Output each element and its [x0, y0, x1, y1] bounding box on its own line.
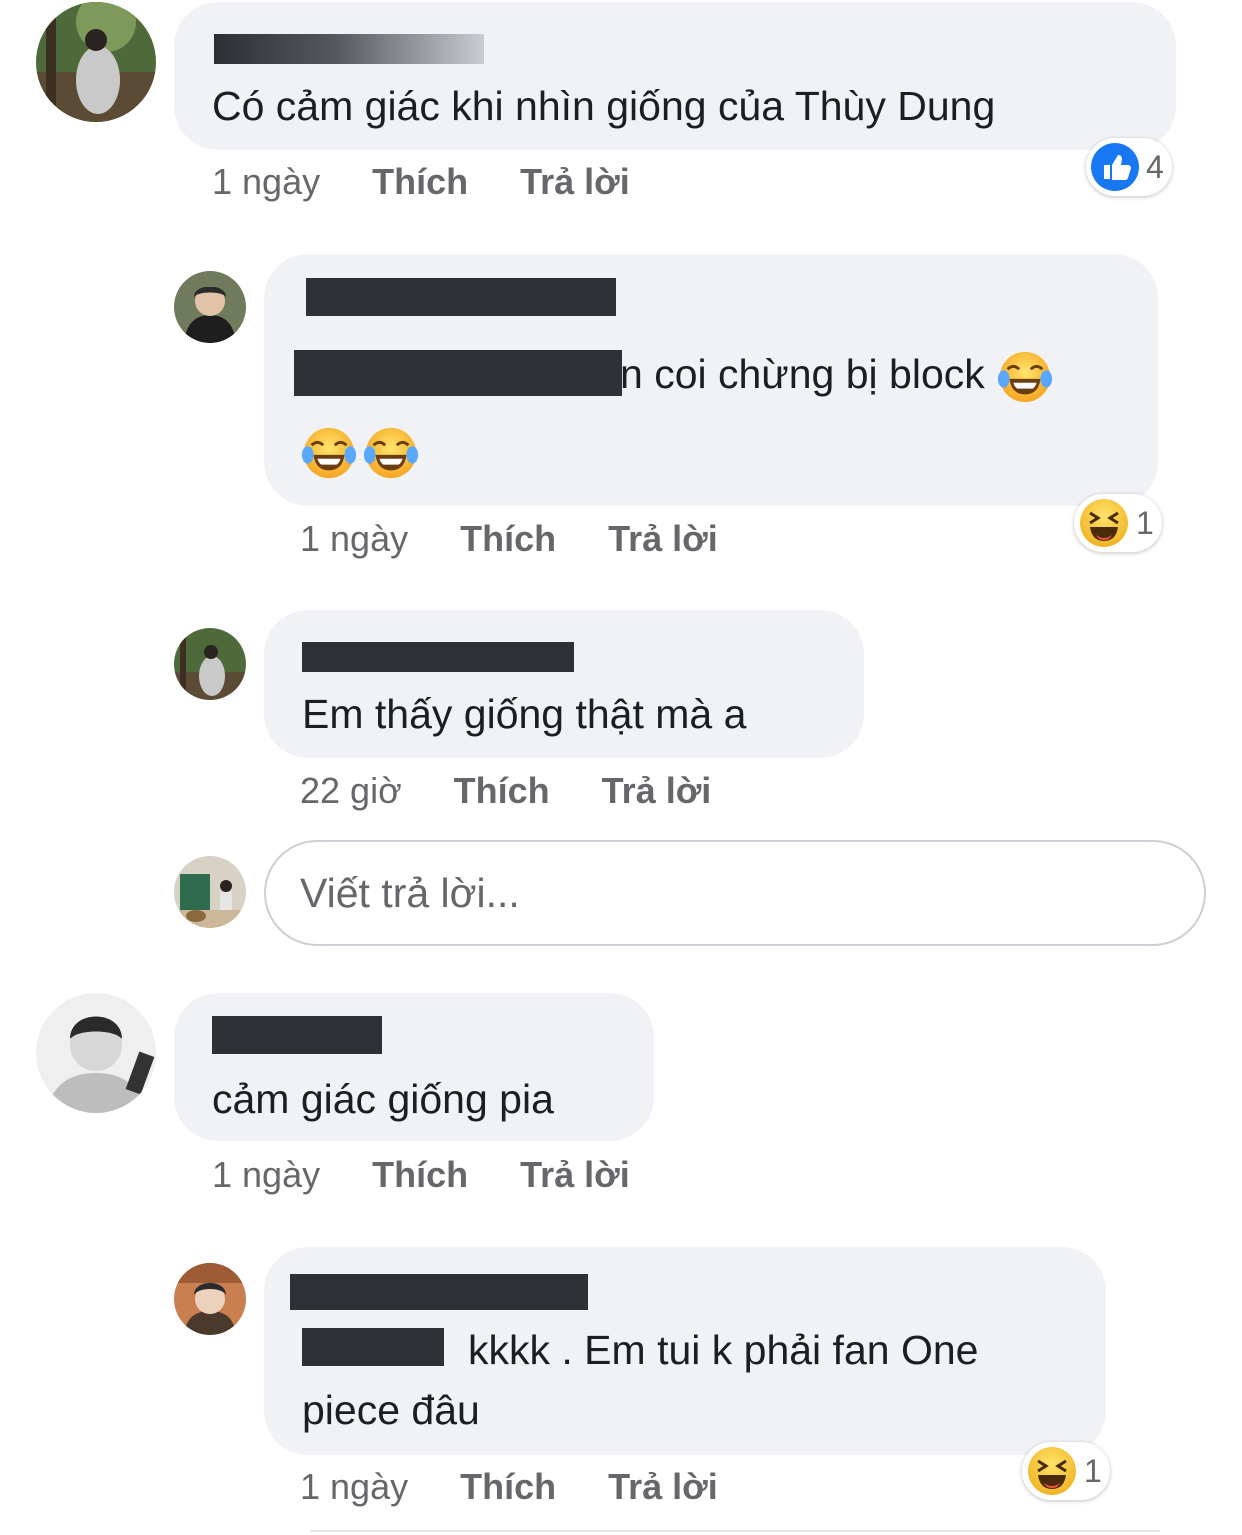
- haha-icon: [1028, 1447, 1076, 1495]
- tears-of-joy-emoji-icon: [998, 352, 1053, 403]
- comment-text: cảm giác giống pia: [212, 1076, 554, 1122]
- comment-text-line2: piece đâu: [302, 1387, 480, 1433]
- reaction-summary[interactable]: 1: [1022, 1442, 1110, 1500]
- current-user-avatar: [174, 856, 246, 928]
- redacted-author-name: [214, 34, 484, 64]
- reaction-count: 1: [1084, 1452, 1102, 1489]
- haha-icon: [1080, 499, 1128, 547]
- comment-meta: 1 ngày Thích Trả lời: [300, 1465, 770, 1509]
- comment-text: n coi chừng bị block: [620, 344, 1054, 406]
- avatar[interactable]: [174, 628, 246, 700]
- redacted-author-name: [290, 1274, 588, 1310]
- redacted-mention: [302, 1328, 444, 1366]
- reaction-count: 4: [1146, 148, 1164, 185]
- reply-button[interactable]: Trả lời: [520, 161, 630, 202]
- comment-emoji-row: [300, 424, 420, 482]
- tears-of-joy-emoji-icon: [301, 427, 357, 479]
- like-button[interactable]: Thích: [372, 161, 468, 202]
- like-button[interactable]: Thích: [460, 518, 556, 559]
- reaction-count: 1: [1136, 504, 1154, 541]
- like-button[interactable]: Thích: [460, 1466, 556, 1507]
- redacted-author-name: [302, 642, 574, 672]
- redacted-author-name: [306, 278, 616, 316]
- reply-input[interactable]: Viết trả lời...: [264, 840, 1206, 946]
- comment-text-visible: n coi chừng bị block: [620, 351, 985, 397]
- like-button[interactable]: Thích: [454, 770, 550, 811]
- comment-meta: 1 ngày Thích Trả lời: [300, 517, 770, 561]
- comment-text: Em thấy giống thật mà a: [302, 691, 747, 737]
- comment-text-line1: kkkk . Em tui k phải fan One: [468, 1327, 979, 1373]
- comment-time: 1 ngày: [300, 518, 409, 559]
- reaction-summary[interactable]: 4: [1086, 138, 1172, 196]
- tears-of-joy-emoji-icon: [363, 427, 419, 479]
- divider: [310, 1530, 1160, 1532]
- reply-button[interactable]: Trả lời: [608, 518, 718, 559]
- comment-text: Có cảm giác khi nhìn giống của Thùy Dung: [212, 83, 996, 129]
- reply-button[interactable]: Trả lời: [608, 1466, 718, 1507]
- comment-time: 1 ngày: [212, 161, 321, 202]
- avatar[interactable]: [174, 1263, 246, 1335]
- comment-time: 1 ngày: [212, 1154, 321, 1195]
- like-icon: [1091, 143, 1139, 191]
- avatar[interactable]: [174, 271, 246, 343]
- comment-meta: 22 giờ Thích Trả lời: [300, 769, 763, 813]
- avatar[interactable]: [36, 993, 156, 1113]
- reply-button[interactable]: Trả lời: [520, 1154, 630, 1195]
- comment-meta: 1 ngày Thích Trả lời: [212, 160, 682, 204]
- like-button[interactable]: Thích: [372, 1154, 468, 1195]
- redacted-author-name: [212, 1016, 382, 1054]
- comment-time: 22 giờ: [300, 770, 402, 811]
- comment-meta: 1 ngày Thích Trả lời: [212, 1153, 682, 1197]
- avatar[interactable]: [36, 2, 156, 122]
- reaction-summary[interactable]: 1: [1074, 494, 1162, 552]
- comment-time: 1 ngày: [300, 1466, 409, 1507]
- redacted-mention: [294, 350, 622, 396]
- reply-button[interactable]: Trả lời: [602, 770, 712, 811]
